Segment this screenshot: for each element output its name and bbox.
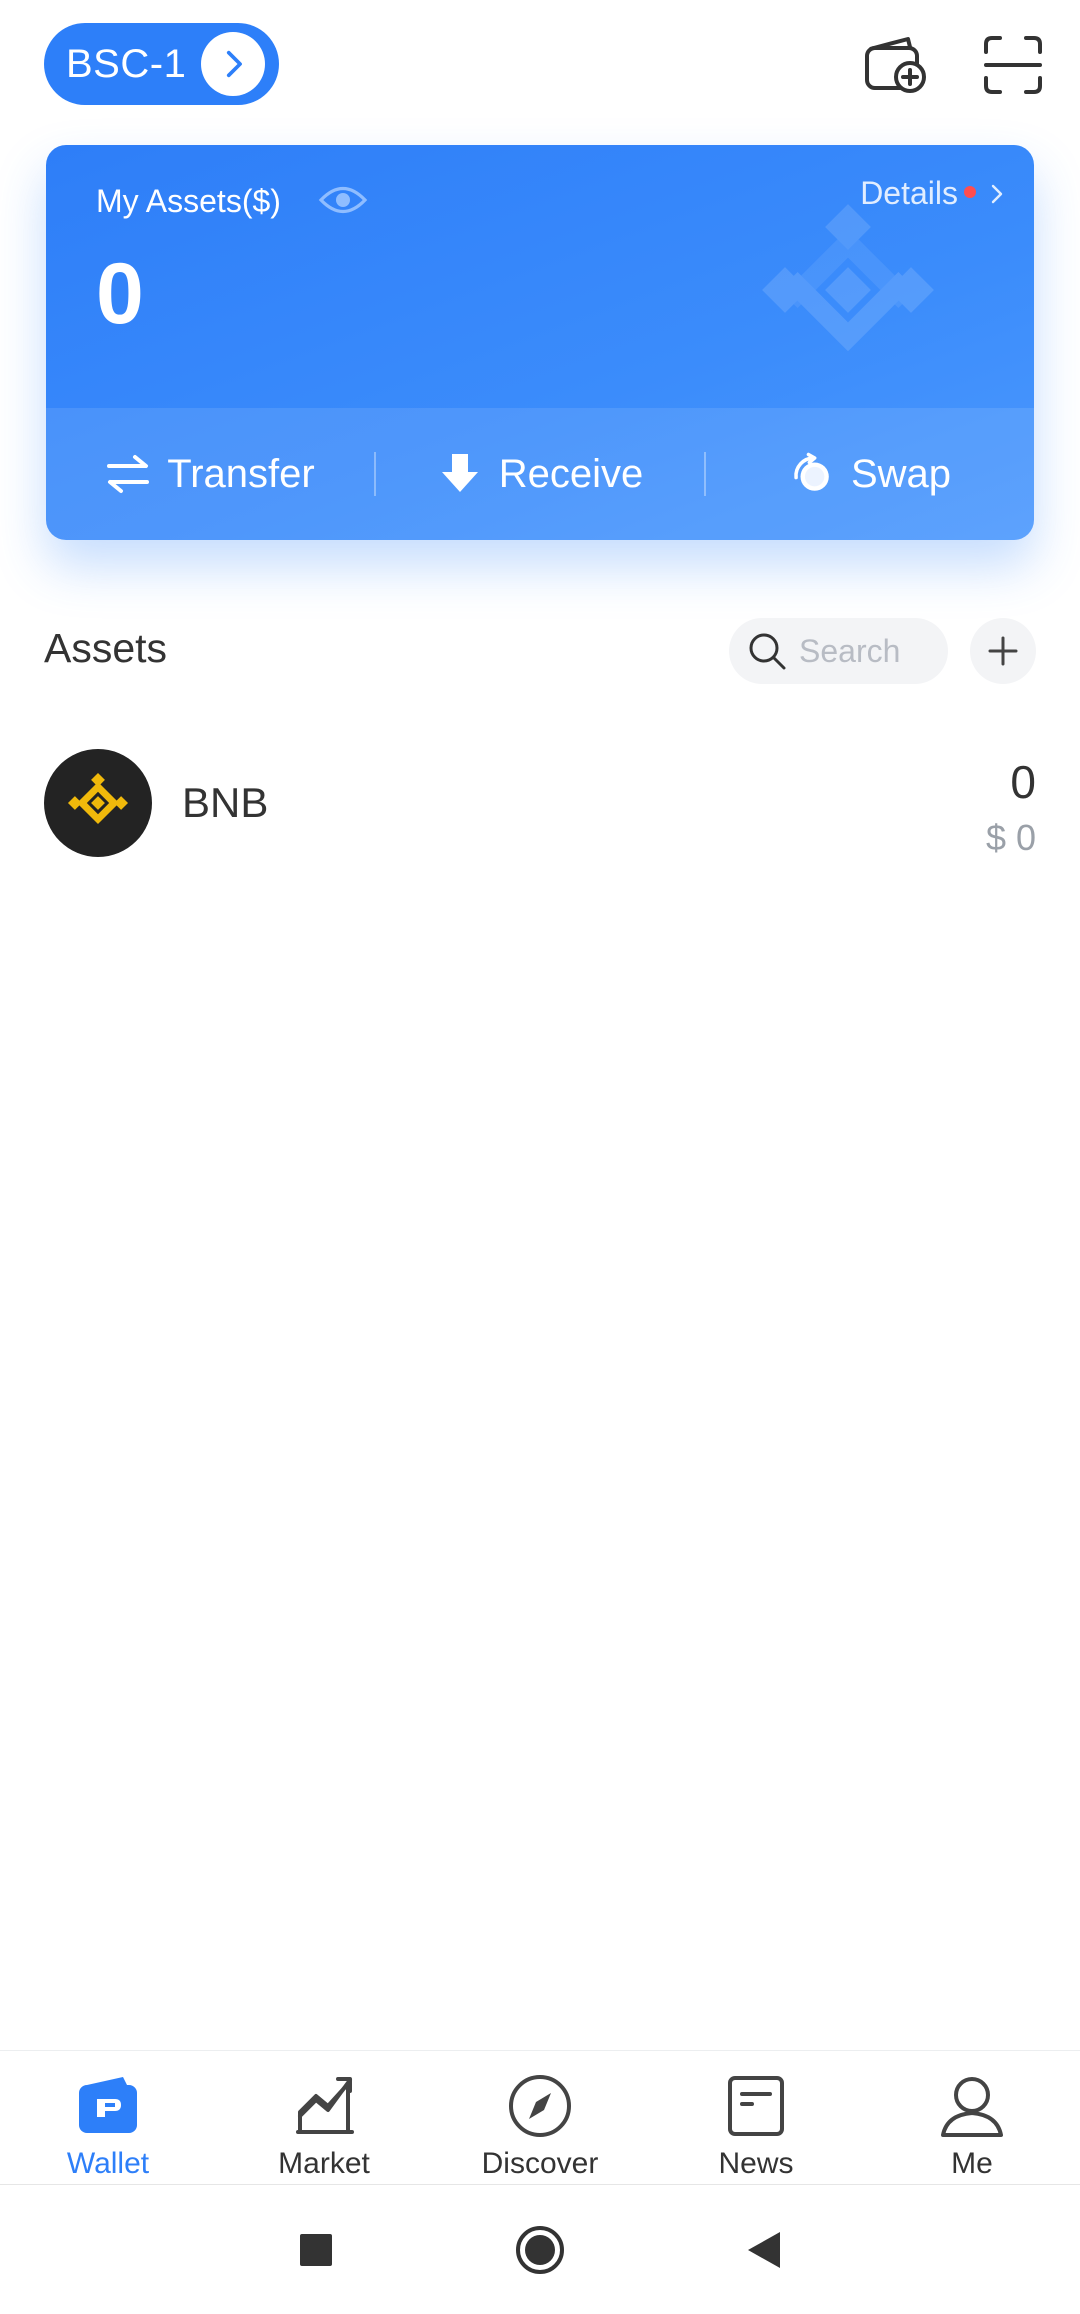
add-token-button[interactable] (970, 618, 1036, 684)
recent-apps-icon[interactable] (281, 2215, 351, 2285)
chevron-right-icon (991, 184, 1003, 203)
token-amount: 0 (1010, 756, 1036, 808)
nav-label: News (718, 2147, 794, 2180)
person-icon (937, 2071, 1007, 2141)
nav-label: Discover (481, 2147, 599, 2180)
token-fiat-value: $ 0 (985, 817, 1036, 858)
bottom-nav: Wallet Market Discover News Me (0, 2050, 1080, 2185)
swap-button[interactable]: Swap (706, 408, 1034, 540)
assets-section-title: Assets (44, 625, 168, 671)
nav-news[interactable]: News (648, 2051, 864, 2185)
binance-watermark-icon (762, 204, 934, 352)
eye-icon[interactable] (318, 183, 368, 217)
nav-wallet[interactable]: Wallet (0, 2051, 216, 2185)
system-nav-bar (0, 2184, 1080, 2314)
nav-me[interactable]: Me (864, 2051, 1080, 2185)
news-icon (721, 2071, 791, 2141)
nav-discover[interactable]: Discover (432, 2051, 648, 2185)
token-row[interactable]: BNB 0 $ 0 (0, 735, 1080, 870)
nav-market[interactable]: Market (216, 2051, 432, 2185)
card-actions: Transfer Receive Swap (46, 408, 1034, 540)
total-assets-value: 0 (96, 246, 144, 342)
details-label: Details (860, 175, 958, 211)
transfer-label: Transfer (167, 451, 315, 496)
transfer-button[interactable]: Transfer (46, 408, 374, 540)
compass-icon (505, 2071, 575, 2141)
wallet-name: BSC-1 (66, 41, 187, 86)
assets-summary: My Assets($) 0 Details (46, 145, 1034, 408)
market-chart-icon (289, 2071, 359, 2141)
nav-label: Wallet (66, 2147, 150, 2180)
scan-icon[interactable] (978, 30, 1048, 100)
assets-card: My Assets($) 0 Details Transfer Receive … (46, 145, 1034, 540)
wallet-icon (73, 2071, 143, 2141)
search-box[interactable] (729, 618, 948, 684)
receive-icon (437, 451, 483, 497)
my-assets-label: My Assets($) (96, 183, 281, 219)
wallet-switcher-button[interactable]: BSC-1 (44, 23, 279, 105)
back-icon[interactable] (729, 2215, 799, 2285)
plus-icon (988, 636, 1018, 666)
search-icon (749, 633, 786, 670)
receive-button[interactable]: Receive (376, 408, 704, 540)
nav-label: Me (951, 2147, 993, 2180)
token-symbol: BNB (182, 779, 269, 826)
top-bar: BSC-1 (0, 0, 1080, 130)
swap-icon (789, 451, 835, 497)
home-icon[interactable] (505, 2215, 575, 2285)
wallet-add-icon[interactable] (860, 30, 930, 100)
details-link[interactable]: Details (860, 175, 1004, 212)
swap-label: Swap (850, 451, 952, 496)
transfer-icon (105, 451, 151, 497)
notification-dot (964, 185, 976, 198)
search-input[interactable] (797, 631, 941, 671)
chevron-right-icon (201, 32, 265, 96)
bnb-logo-icon (44, 749, 152, 857)
receive-label: Receive (498, 451, 644, 496)
nav-label: Market (278, 2147, 370, 2180)
